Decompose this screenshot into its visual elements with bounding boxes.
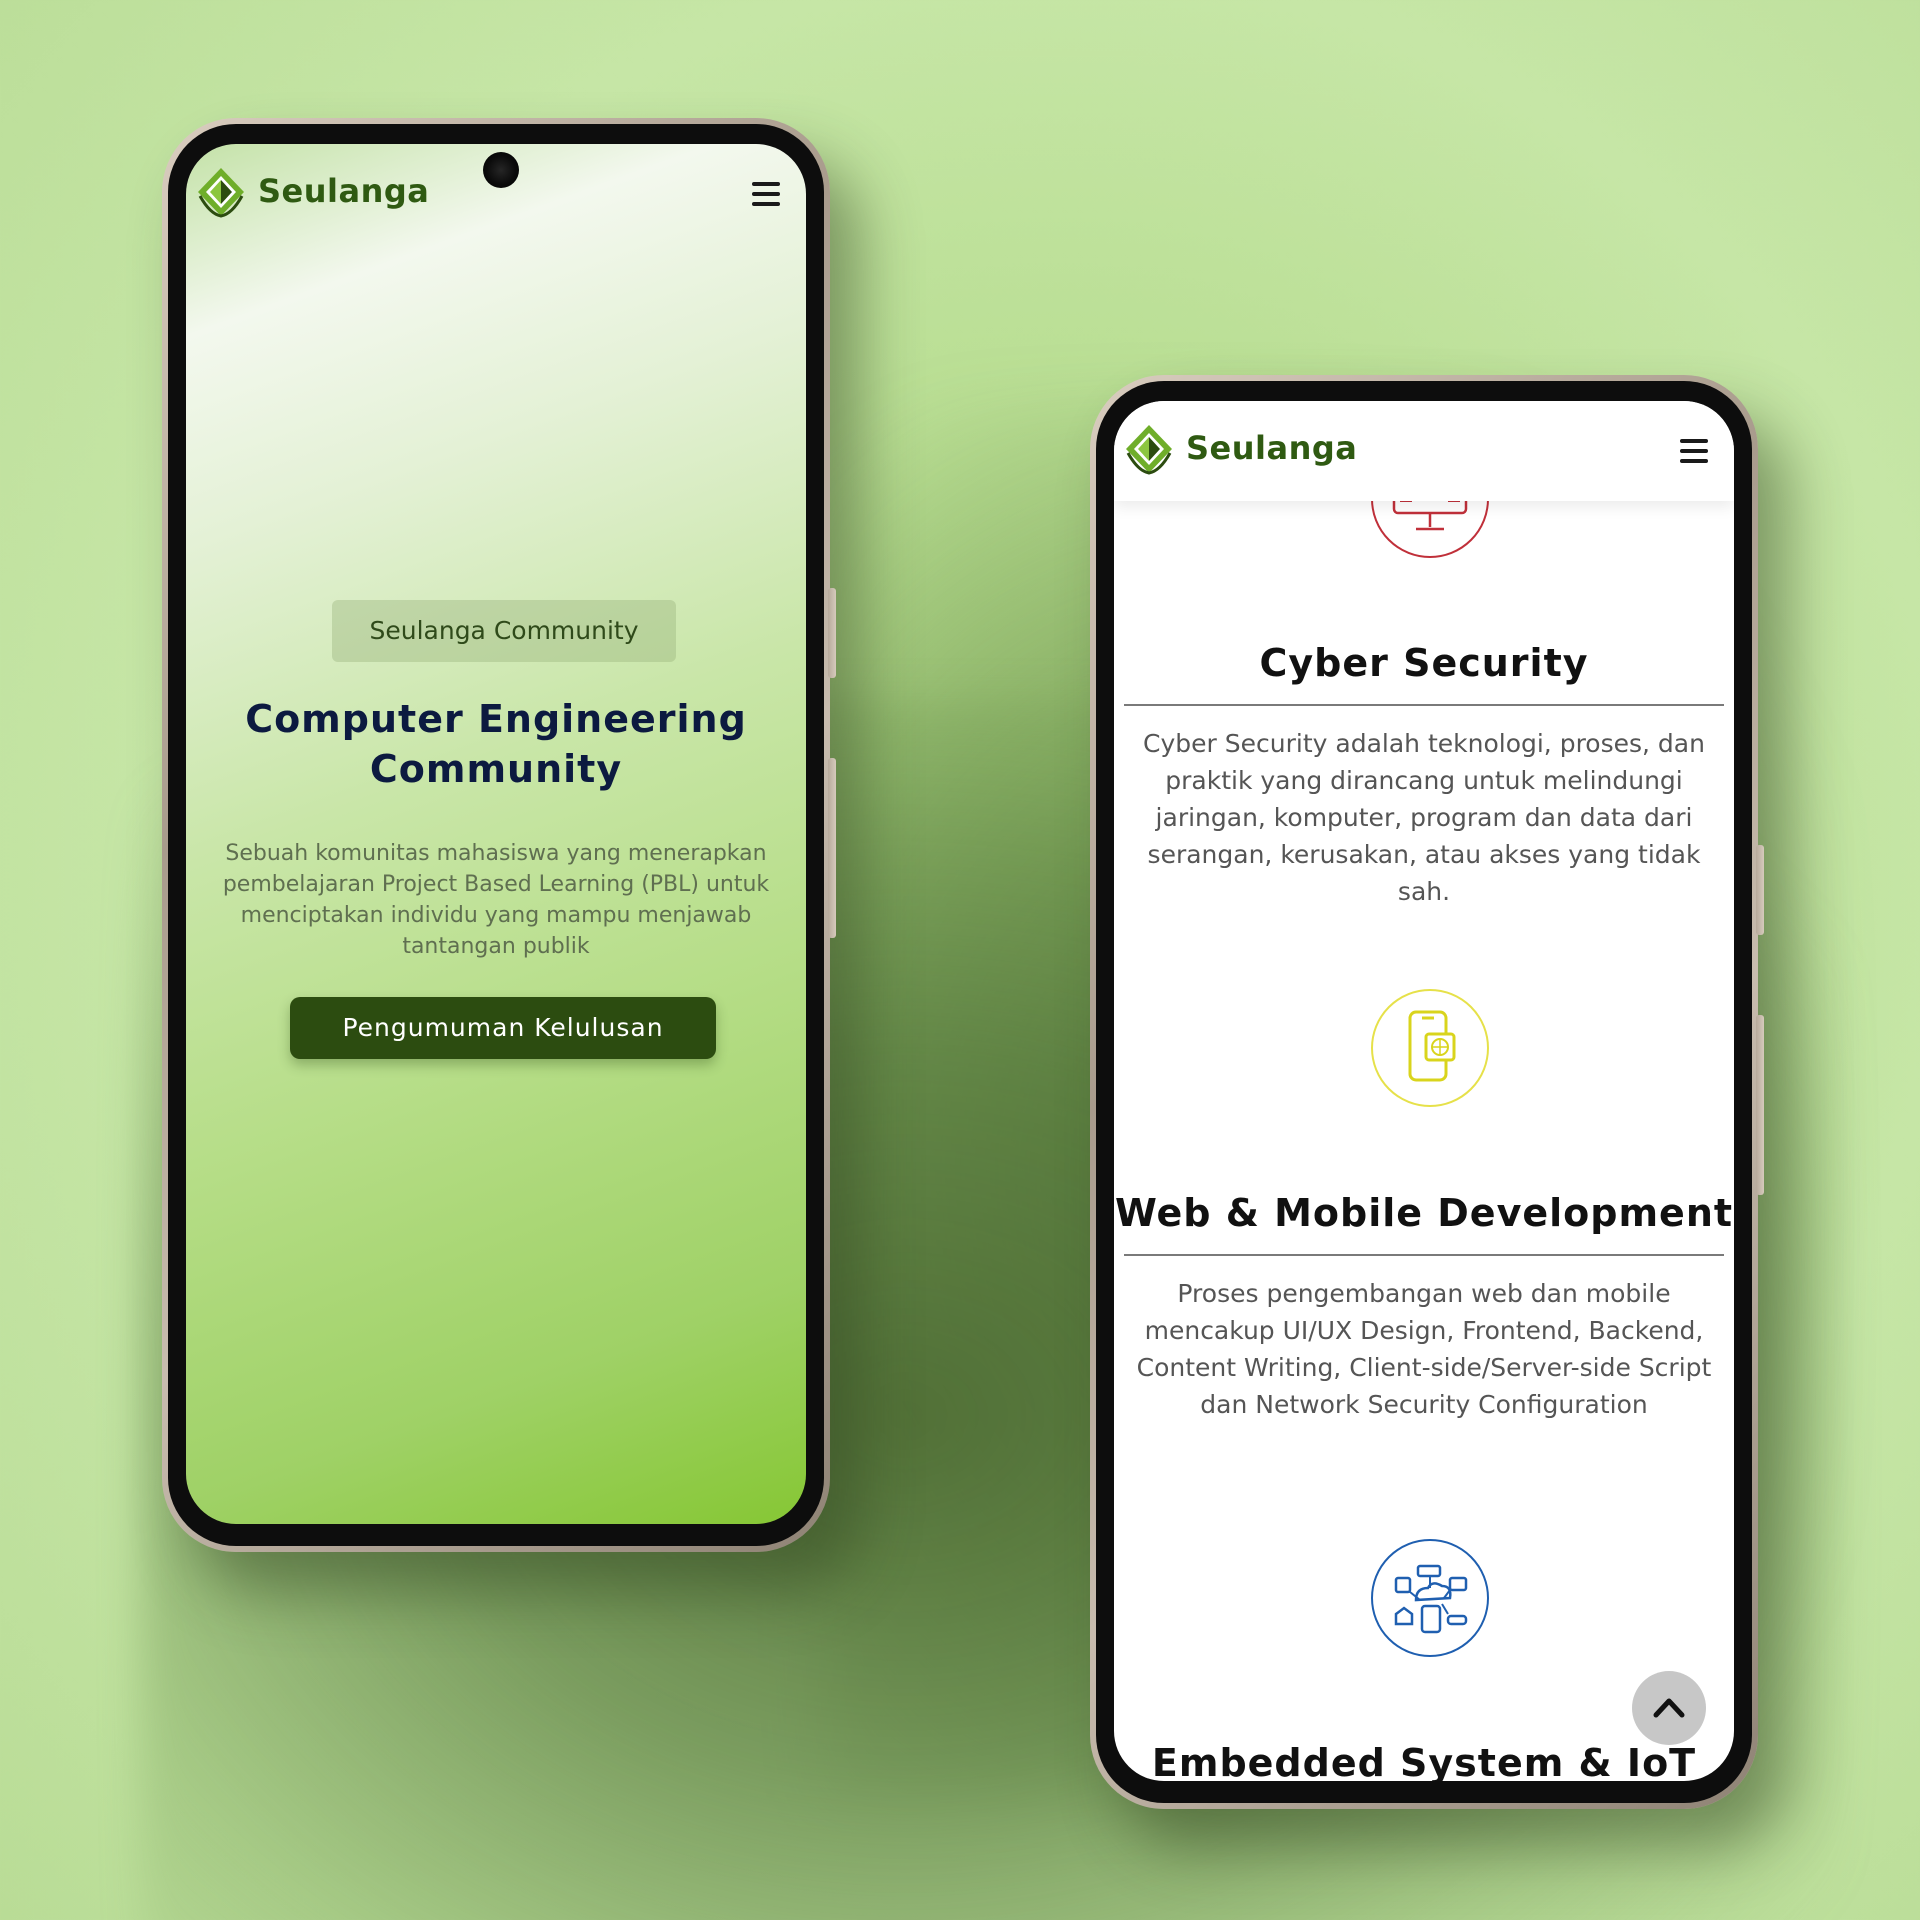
hero-description: Sebuah komunitas mahasiswa yang menerapk… bbox=[222, 841, 770, 959]
screen-services: Seulanga Cyber Security Cyber Security a… bbox=[1114, 401, 1734, 1781]
service-title: Cyber Security bbox=[1259, 641, 1589, 685]
phone-hero: Seulanga Seulanga Community Computer Eng… bbox=[162, 118, 836, 1552]
iot-network-icon bbox=[1370, 1538, 1490, 1658]
chevron-up-icon[interactable] bbox=[1632, 1671, 1706, 1745]
navbar: Seulanga bbox=[1114, 401, 1734, 501]
divider bbox=[1124, 704, 1724, 706]
announcement-button[interactable]: Pengumuman Kelulusan bbox=[290, 997, 716, 1059]
screen-hero: Seulanga Seulanga Community Computer Eng… bbox=[186, 144, 806, 1524]
seulanga-logo-icon[interactable] bbox=[1124, 423, 1174, 475]
service-description: Proses pengembangan web dan mobile menca… bbox=[1136, 1279, 1712, 1419]
scroll-to-top-button[interactable] bbox=[1632, 1671, 1706, 1745]
power-button bbox=[1756, 1015, 1764, 1195]
divider bbox=[1124, 1254, 1724, 1256]
seulanga-logo-icon[interactable] bbox=[196, 166, 246, 218]
phone-bezel: Seulanga Cyber Security Cyber Security a… bbox=[1096, 381, 1752, 1803]
phone-bezel: Seulanga Seulanga Community Computer Eng… bbox=[168, 124, 824, 1546]
mobile-web-icon bbox=[1370, 988, 1490, 1108]
navbar: Seulanga bbox=[186, 144, 806, 244]
service-description: Cyber Security adalah teknologi, proses,… bbox=[1143, 729, 1705, 906]
phone-services: Seulanga Cyber Security Cyber Security a… bbox=[1090, 375, 1764, 1809]
brand-name[interactable]: Seulanga bbox=[1186, 429, 1357, 467]
community-badge: Seulanga Community bbox=[332, 600, 676, 662]
power-button bbox=[828, 758, 836, 938]
hamburger-menu-icon[interactable] bbox=[1680, 439, 1708, 463]
brand-name[interactable]: Seulanga bbox=[258, 172, 429, 210]
service-title: Embedded System & IoT bbox=[1151, 1741, 1697, 1781]
volume-button bbox=[828, 588, 836, 678]
volume-button bbox=[1756, 845, 1764, 935]
service-title: Web & Mobile Development bbox=[1114, 1191, 1734, 1235]
hamburger-menu-icon[interactable] bbox=[752, 182, 780, 206]
hero-title: Computer Engineering Community bbox=[245, 697, 747, 791]
